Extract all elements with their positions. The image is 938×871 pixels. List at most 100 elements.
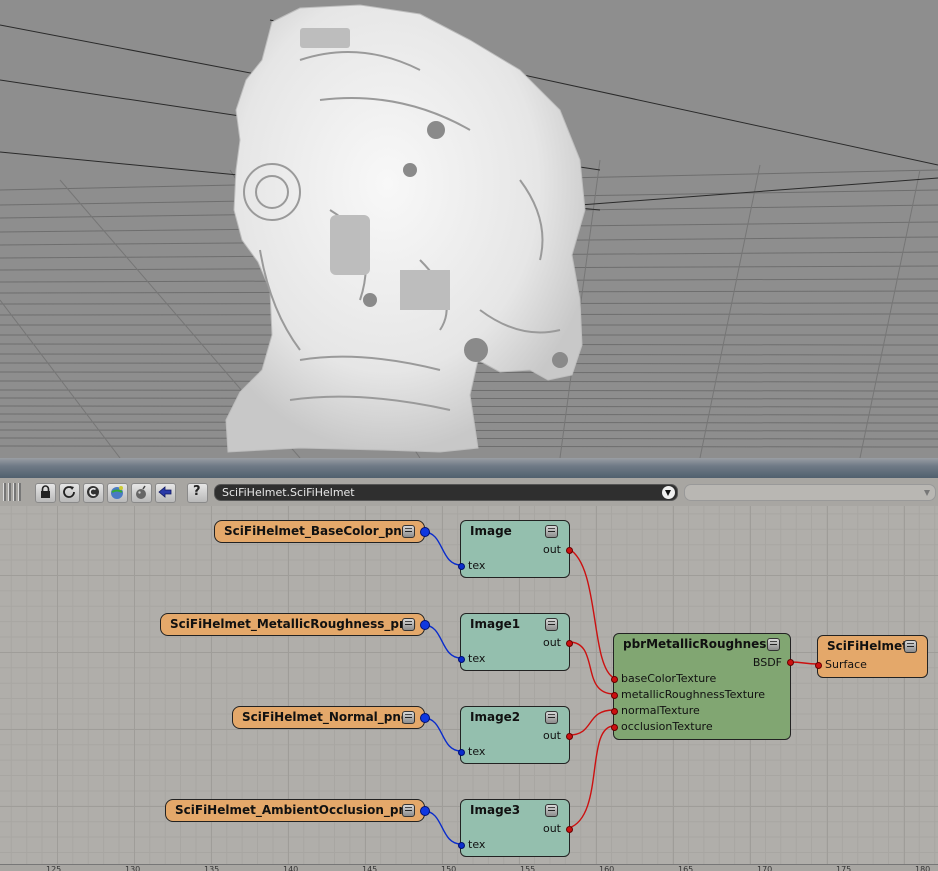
port-label-out: out: [542, 543, 561, 556]
output-node-scifihelmet[interactable]: SciFiHelmet Surface: [815, 635, 928, 678]
port-label-surface: Surface: [825, 658, 867, 671]
chevron-down-icon[interactable]: [921, 486, 934, 499]
globe-button[interactable]: [107, 483, 128, 503]
input-port[interactable]: [611, 708, 618, 715]
port-label-basecolor: baseColorTexture: [621, 672, 717, 685]
ruler-tick: 160: [599, 865, 615, 871]
wire-img3-occlusion: [568, 725, 615, 829]
node-collapse-toggle[interactable]: [402, 711, 415, 724]
ruler-tick: 165: [678, 865, 694, 871]
node-collapse-toggle[interactable]: [545, 804, 558, 817]
bomb-button[interactable]: [131, 483, 152, 503]
port-label-tex: tex: [468, 559, 486, 572]
image-node[interactable]: Image2 out tex: [458, 706, 573, 764]
3d-viewport[interactable]: [0, 0, 938, 458]
ruler-tick: 155: [520, 865, 536, 871]
wire-tex1-img0: [423, 531, 462, 566]
port-label-tex: tex: [468, 652, 486, 665]
material-node-pbr[interactable]: pbrMetallicRoughness BSDF baseColorTextu…: [611, 633, 794, 740]
ruler-tick: 130: [125, 865, 141, 871]
ruler-tick: 135: [204, 865, 220, 871]
node-collapse-toggle[interactable]: [545, 711, 558, 724]
input-port[interactable]: [458, 656, 465, 663]
viewport-scene: [0, 4, 938, 458]
output-port[interactable]: [566, 547, 573, 554]
helmet-model: [225, 4, 586, 453]
output-port[interactable]: [566, 826, 573, 833]
refresh-button[interactable]: [59, 483, 80, 503]
texture-node-normal[interactable]: SciFiHelmet_Normal_png: [232, 706, 430, 729]
node-title: Image2: [470, 710, 521, 724]
texture-node-ambientocclusion[interactable]: SciFiHelmet_AmbientOcclusion_png: [165, 799, 430, 822]
toolbar-grip[interactable]: [3, 483, 25, 501]
input-port[interactable]: [458, 842, 465, 849]
node-label: SciFiHelmet_Normal_png: [242, 710, 410, 724]
port-label-bsdf: BSDF: [752, 656, 782, 669]
ruler-tick: 140: [283, 865, 299, 871]
help-icon: ?: [193, 484, 201, 499]
ruler-tick: 125: [46, 865, 62, 871]
output-port[interactable]: [420, 620, 430, 630]
node-label: SciFiHelmet_BaseColor_png: [224, 524, 411, 538]
copy-button[interactable]: [83, 483, 104, 503]
ruler-tick: 175: [836, 865, 852, 871]
node-title: SciFiHelmet: [827, 639, 908, 653]
image-node[interactable]: Image1 out tex: [458, 613, 573, 671]
ruler-tick: 180: [915, 865, 931, 871]
help-button[interactable]: ?: [187, 483, 208, 503]
ruler-tick: 145: [362, 865, 378, 871]
wire-tex4-img3: [423, 810, 462, 845]
chevron-down-icon[interactable]: [662, 486, 675, 499]
image-node[interactable]: Image3 out tex: [458, 799, 573, 857]
refresh-icon: [63, 486, 75, 498]
node-path-dropdown[interactable]: SciFiHelmet.SciFiHelmet: [214, 484, 678, 501]
input-port[interactable]: [458, 749, 465, 756]
port-label-out: out: [542, 636, 561, 649]
output-port[interactable]: [420, 527, 430, 537]
node-collapse-toggle[interactable]: [402, 525, 415, 538]
ruler-tick: 150: [441, 865, 457, 871]
node-label: SciFiHelmet_AmbientOcclusion_png: [175, 803, 416, 817]
input-port[interactable]: [611, 676, 618, 683]
panel-splitter[interactable]: [0, 458, 938, 478]
node-path-text: SciFiHelmet.SciFiHelmet: [222, 486, 355, 499]
filter-dropdown[interactable]: [684, 484, 936, 501]
output-port[interactable]: [566, 733, 573, 740]
image-node[interactable]: Image out tex: [458, 520, 573, 578]
node-collapse-toggle[interactable]: [767, 638, 780, 651]
node-collapse-toggle[interactable]: [402, 618, 415, 631]
wire-img2-normal: [568, 709, 615, 736]
back-arrow-icon: [158, 486, 172, 498]
input-port[interactable]: [458, 563, 465, 570]
bomb-icon: [136, 485, 146, 499]
wire-img0-basecolor: [568, 548, 615, 679]
port-label-out: out: [542, 822, 561, 835]
texture-node-metallicroughness[interactable]: SciFiHelmet_MetallicRoughness_png: [160, 613, 430, 636]
input-port[interactable]: [611, 724, 618, 731]
wire-tex3-img2: [423, 717, 462, 752]
copy-icon: [87, 486, 99, 498]
wire-tex2-img1: [423, 624, 462, 659]
back-button[interactable]: [155, 483, 176, 503]
input-port[interactable]: [815, 662, 822, 669]
node-title: Image: [470, 524, 512, 538]
node-collapse-toggle[interactable]: [402, 804, 415, 817]
node-graph-canvas[interactable]: SciFiHelmet_BaseColor_png SciFiHelmet_Me…: [0, 506, 938, 870]
output-port[interactable]: [787, 659, 794, 666]
node-collapse-toggle[interactable]: [904, 640, 917, 653]
wire-bsdf-surface: [789, 661, 819, 665]
input-port[interactable]: [611, 692, 618, 699]
port-label-tex: tex: [468, 745, 486, 758]
node-collapse-toggle[interactable]: [545, 525, 558, 538]
node-editor-toolbar: ? SciFiHelmet.SciFiHelmet: [0, 478, 938, 507]
texture-node-basecolor[interactable]: SciFiHelmet_BaseColor_png: [214, 520, 430, 543]
node-collapse-toggle[interactable]: [545, 618, 558, 631]
lock-icon: [41, 485, 50, 498]
lock-button[interactable]: [35, 483, 56, 503]
node-title: Image3: [470, 803, 521, 817]
output-port[interactable]: [420, 713, 430, 723]
output-port[interactable]: [566, 640, 573, 647]
ruler-tick: 170: [757, 865, 773, 871]
globe-icon: [111, 486, 123, 499]
output-port[interactable]: [420, 806, 430, 816]
